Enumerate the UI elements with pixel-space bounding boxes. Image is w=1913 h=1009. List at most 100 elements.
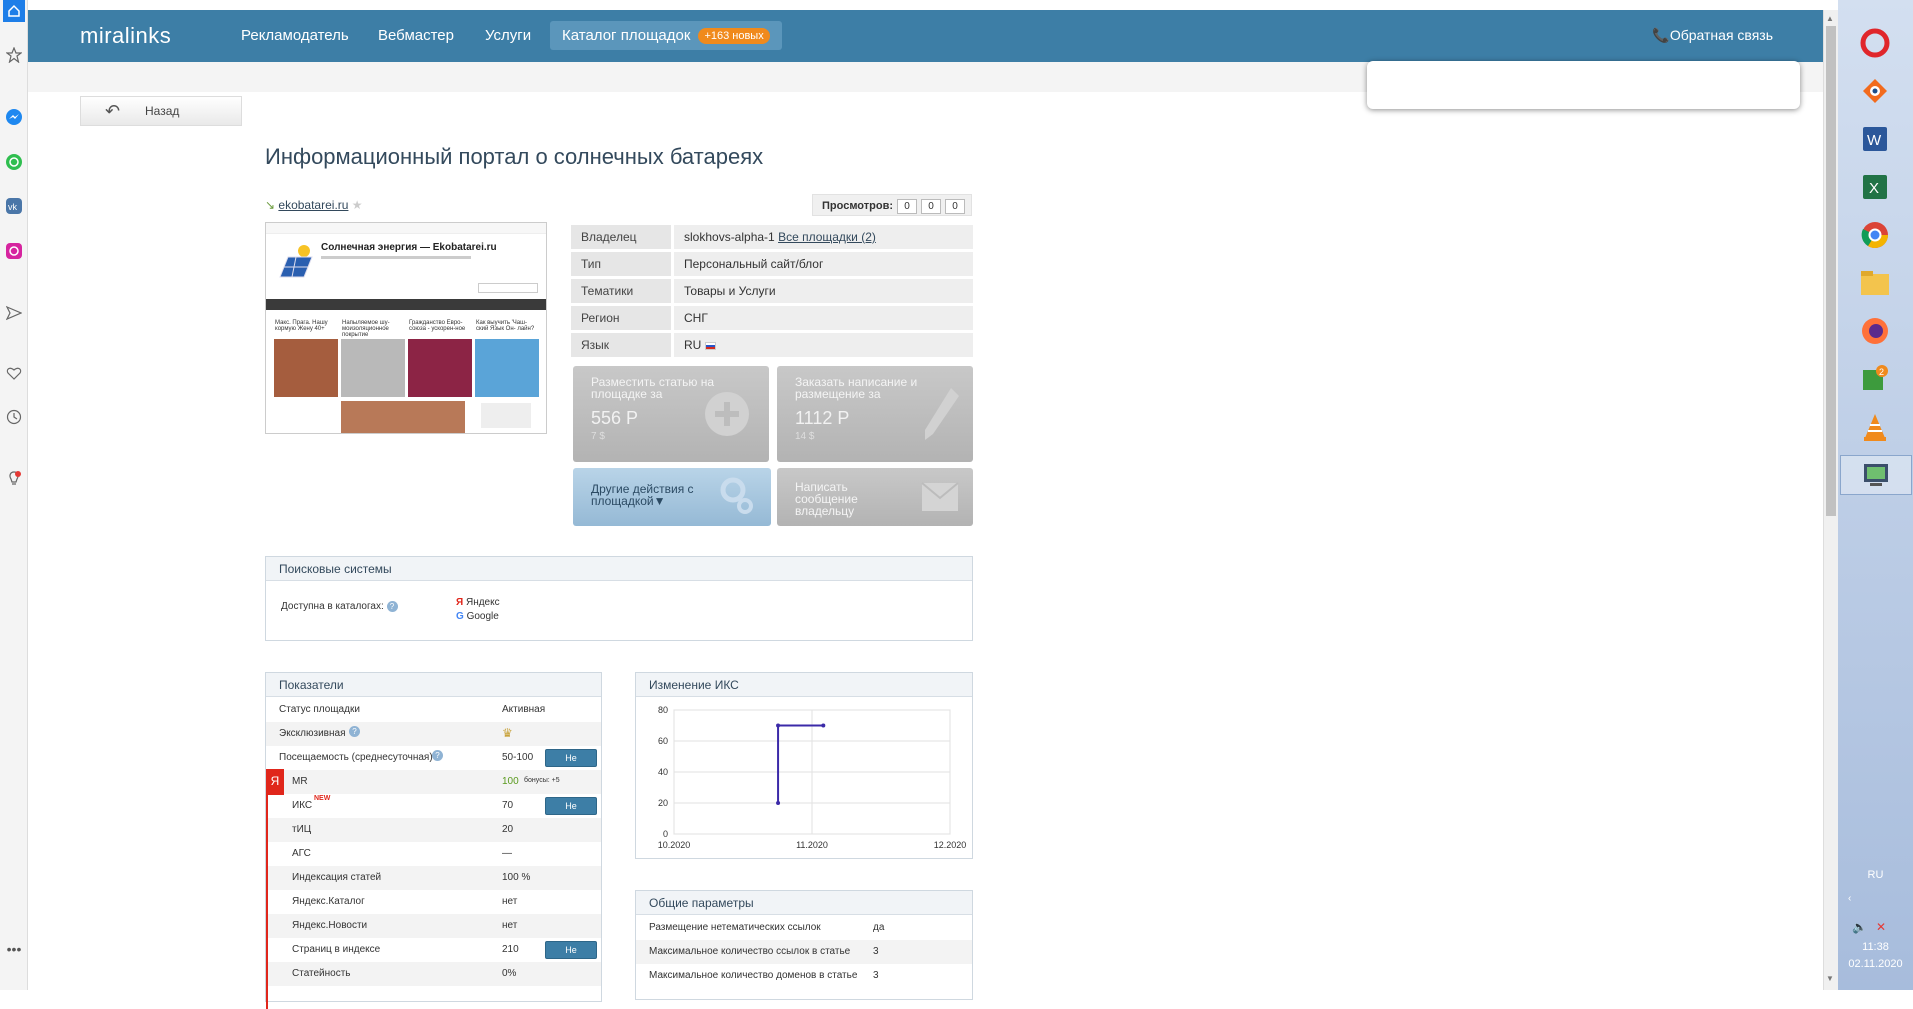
other-actions-button[interactable]: Другие действия с площадкой▼ [573,468,771,526]
help-icon[interactable]: ? [386,601,398,612]
logo[interactable]: miralinks [80,23,171,49]
iks-chart-title: Изменение ИКС [636,673,972,697]
excel-icon[interactable]: X [1858,170,1892,204]
eye-app-icon[interactable] [1858,74,1892,108]
instagram-icon[interactable] [3,240,25,262]
clock-date[interactable]: 02.11.2020 [1838,958,1913,970]
volume-icon[interactable]: 🔈 [1852,920,1867,934]
all-sites-link[interactable]: Все площадки (2) [778,230,876,244]
search-systems-panel: Поисковые системы Доступна в каталогах: … [265,556,973,641]
back-label: Назад [145,104,180,118]
bulb-icon[interactable] [3,468,25,490]
new-count-badge: +163 новых [698,28,770,44]
y-tick-label: 0 [663,829,668,839]
feedback-link[interactable]: 📞Обратная связь [1652,27,1773,44]
place-article-button[interactable]: Разместить статью на площадке за 556 Р 7… [573,366,769,462]
iks-chart: 0 20 40 60 80 10.2020 11.2020 12.2020 [658,705,967,850]
crown-icon: ♛ [502,726,513,740]
order-writing-button[interactable]: Заказать написание и размещение за 1112 … [777,366,973,462]
y-tick-label: 20 [658,798,668,808]
favorite-star-icon[interactable]: ★ [352,198,363,212]
word-icon[interactable]: W [1858,122,1892,156]
site-url-link[interactable]: ekobatarei.ru [278,198,348,212]
whatsapp-icon[interactable] [3,151,25,173]
help-icon[interactable]: ? [432,750,443,761]
metric-value: 70 [502,800,514,811]
network-offline-icon[interactable]: ✕ [1876,920,1886,934]
views-value: 0 [897,199,918,214]
info-label: Владелец [571,225,674,249]
metric-name: Индексация статей [292,872,382,883]
clock-time[interactable]: 11:38 [1838,941,1913,953]
info-row-region: Регион СНГ [571,306,973,330]
info-value: RU [674,333,973,357]
y-tick-label: 60 [658,736,668,746]
scroll-thumb[interactable] [1826,26,1836,516]
language-indicator[interactable]: RU [1838,869,1913,881]
scroll-down-icon[interactable]: ▼ [1826,974,1834,983]
info-label: Тип [571,252,674,276]
catalogs-label: Доступна в каталогах: ? [281,601,398,612]
bookmark-icon[interactable] [3,44,25,66]
views-label: Просмотров: [822,200,894,212]
param-name: Максимальное количество ссылок в статье [649,946,851,957]
iks-data-point [776,723,781,728]
metric-row: Эксклюзивная ? ♛ [266,722,601,746]
info-row-owner: Владелец slokhovs-alpha-1 Все площадки (2… [571,225,973,249]
views-value: 0 [921,199,942,214]
message-owner-button[interactable]: Написать сообщение владельцу [777,468,973,526]
thumb-card: Как выучить 'Чаш- ский Язык Он- лайн? [475,319,539,397]
page-scrollbar[interactable]: ▲ ▼ [1823,10,1838,990]
google-icon: G [456,611,464,622]
thumb-card: Гражданство Евро-союза - ускорен-ное [408,319,472,397]
spreadsheet-app-icon[interactable]: 2 [1858,362,1892,396]
param-name: Размещение нетематических ссылок [649,922,821,933]
site-thumbnail[interactable]: Солнечная энергия — Ekobatarei.ru Макс. … [265,222,547,434]
metric-name: Статус площадки [279,704,360,715]
param-row: Максимальное количество доменов в статье… [636,964,972,988]
y-tick-label: 40 [658,767,668,777]
metric-row: Статейность 0% [266,962,601,986]
nav-catalog-label: Каталог площадок [562,27,691,44]
x-tick-label: 10.2020 [658,840,691,850]
metric-name: Посещаемость (среднесуточная) [279,752,433,763]
help-icon[interactable]: ? [349,726,360,737]
heart-icon[interactable] [3,362,25,384]
param-value: да [873,922,885,933]
disagree-button[interactable]: Не согласен [545,941,597,971]
iks-data-point [821,723,826,728]
nav-advertiser[interactable]: Рекламодатель [241,27,349,44]
x-tick-label: 11.2020 [796,840,828,850]
views-value: 0 [945,199,966,214]
opera-icon[interactable] [1858,26,1892,60]
history-icon[interactable] [3,406,25,428]
metrics-title: Показатели [266,673,601,697]
info-label: Язык [571,333,674,357]
send-icon[interactable] [3,302,25,324]
yandex-icon: Я [456,597,464,608]
firefox-icon[interactable] [1858,314,1892,348]
iks-change-panel: Изменение ИКС 0 20 40 60 80 10.2020 11.2020 12.… [635,672,973,859]
vk-icon[interactable]: vk [3,195,25,217]
vlc-icon[interactable] [1858,410,1892,444]
file-explorer-icon[interactable] [1858,266,1892,300]
back-button[interactable]: ↶ Назад [80,96,242,126]
more-icon[interactable]: ••• [3,938,25,960]
nav-catalog[interactable]: Каталог площадок +163 новых [550,21,782,50]
nav-webmaster[interactable]: Вебмастер [378,27,454,44]
active-app-icon[interactable] [1840,455,1912,495]
pencil-icon [925,388,959,440]
disagree-button[interactable]: Не согласен [545,797,597,827]
disagree-button[interactable]: Не согласен [545,749,597,779]
messenger-icon[interactable] [3,106,25,128]
tray-expand-icon[interactable]: ‹ [1848,893,1851,904]
metric-row: Страниц в индексе 210 Не согласен [266,938,601,971]
envelope-icon [921,482,959,511]
yandex-badge-icon: Я [266,769,284,795]
general-params-panel: Общие параметры Размещение нетематически… [635,890,973,1000]
nav-services[interactable]: Услуги [485,27,531,44]
scroll-up-icon[interactable]: ▲ [1826,14,1834,23]
chrome-icon[interactable] [1858,218,1892,252]
home-icon[interactable] [3,0,25,22]
param-value: 3 [873,970,879,981]
